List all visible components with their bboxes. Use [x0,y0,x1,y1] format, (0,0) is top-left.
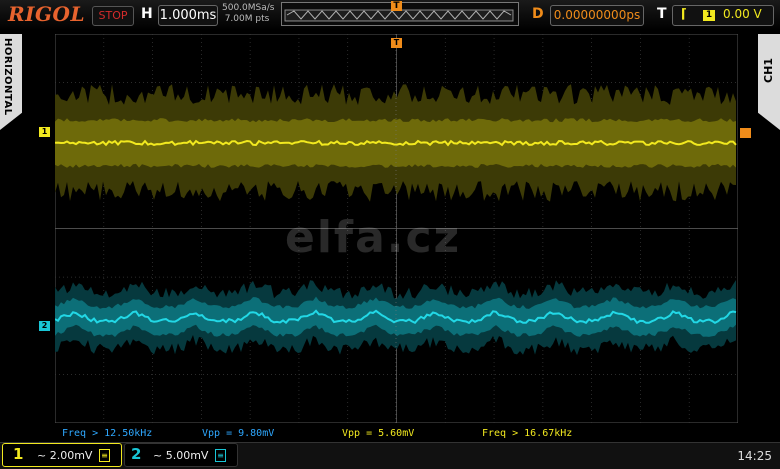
acquisition-info: 500.0MSa/s 7.00M pts [222,3,275,25]
measurement-vpp-2: Vpp = 5.60mV [342,428,415,439]
watermark: elfa.cz [285,212,462,263]
ch2-offset-marker[interactable]: 2 [39,321,50,331]
ch2-bw-limit-icon: ≡ [215,449,226,462]
ch1-bw-limit-icon: ≡ [99,449,110,462]
trigger-source-badge: 1 [703,10,715,21]
status-bar: RIGOL STOP H 1.000ms 500.0MSa/s 7.00M pt… [0,0,780,30]
ch1-waveform [55,84,737,202]
clock: 14:25 [737,449,772,463]
rising-edge-icon: ⌈ [681,7,687,22]
ch2-scale-box[interactable]: 2 ~ 5.00mV ≡ [124,443,238,467]
ch2-number: 2 [131,445,142,463]
horizontal-menu-label: HORIZONTAL [2,38,13,116]
measurement-freq-2: Freq > 16.67kHz [482,428,573,439]
trigger-label: T [657,6,667,22]
brand-logo: RIGOL [8,2,86,26]
trigger-delay-value[interactable]: 0.00000000ps [550,5,644,26]
delay-label: D [532,6,544,22]
horizontal-menu-tab[interactable]: HORIZONTAL [0,34,22,130]
timebase-value[interactable]: 1.000ms [158,5,218,26]
ch1-offset-marker[interactable]: 1 [39,127,50,137]
measurement-freq-1: Freq > 12.50kHz [62,428,153,439]
ch1-scale: ~ 2.00mV [37,449,93,462]
ch1-menu-tab[interactable]: CH1 [758,34,780,130]
trigger-level-marker[interactable] [740,128,751,138]
trigger-settings[interactable]: ⌈ 1 0.00 V [672,5,774,26]
waveform-inner-envelope [55,118,736,168]
trigger-position-grid-marker[interactable]: T [391,38,402,48]
ch2-scale: ~ 5.00mV [153,449,209,462]
ch1-number: 1 [13,445,24,463]
run-stop-indicator[interactable]: STOP [92,6,134,26]
measurement-vpp-1: Vpp = 9.80mV [202,428,275,439]
ch1-scale-box[interactable]: 1 ~ 2.00mV ≡ [2,443,122,467]
memory-depth: 7.00M pts [224,14,270,24]
ch1-menu-label: CH1 [762,58,775,83]
horizontal-label: H [141,6,153,22]
trigger-level-value: 0.00 V [723,7,762,21]
sample-rate: 500.0MSa/s [222,3,275,13]
trigger-position-marker[interactable]: T [391,1,402,11]
